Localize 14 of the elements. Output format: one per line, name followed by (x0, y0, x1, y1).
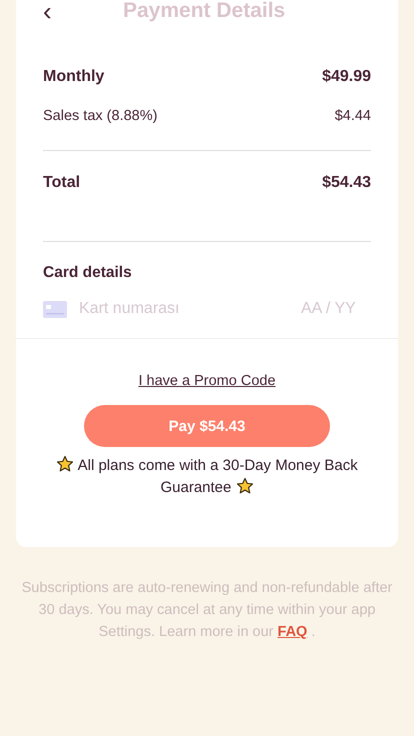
line-amount: $4.44 (334, 108, 371, 124)
line-amount: $49.99 (322, 68, 371, 86)
credit-card-icon (43, 300, 67, 318)
star-icon (56, 455, 74, 473)
promo-code-link[interactable]: I have a Promo Code (138, 373, 276, 389)
line-label: Monthly (43, 68, 104, 86)
card-details-heading: Card details (42, 263, 133, 282)
line-amount: $54.43 (322, 174, 371, 192)
page-title: Payment Details (123, 0, 286, 22)
back-button[interactable]: ‹ (43, 1, 103, 21)
line-label: Sales tax (8.88%) (43, 108, 158, 124)
line-label: Total (43, 174, 80, 192)
guarantee-text: All plans come with a 30-Day Money Back Guarantee (46, 455, 368, 499)
star-icon (236, 477, 254, 495)
